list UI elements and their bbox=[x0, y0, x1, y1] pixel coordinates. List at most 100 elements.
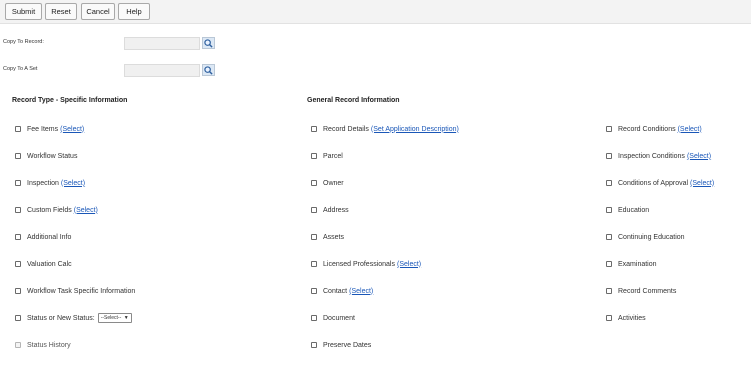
owner-checkbox[interactable] bbox=[311, 180, 317, 186]
custom-fields-select-link[interactable]: (Select) bbox=[74, 207, 98, 214]
option-preserve-dates: Preserve Dates bbox=[311, 340, 371, 350]
action-toolbar: Submit Reset Cancel Help bbox=[0, 0, 751, 24]
option-valuation-calc: Valuation Calc bbox=[15, 259, 72, 269]
option-workflow-status: Workflow Status bbox=[15, 151, 77, 161]
magnifier-icon bbox=[204, 65, 213, 75]
copy-to-set-input[interactable] bbox=[124, 64, 200, 77]
parcel-checkbox[interactable] bbox=[311, 153, 317, 159]
inspection-select-link[interactable]: (Select) bbox=[61, 180, 85, 187]
education-checkbox[interactable] bbox=[606, 207, 612, 213]
reset-button[interactable]: Reset bbox=[45, 3, 77, 20]
workflow-task-specific-label: Workflow Task Specific Information bbox=[27, 287, 136, 295]
status-or-new-status-label: Status or New Status: bbox=[27, 314, 95, 322]
record-conditions-label: Record Conditions bbox=[618, 125, 676, 133]
option-status-or-new-status: Status or New Status: --Select-- ▼ bbox=[15, 313, 132, 323]
inspection-checkbox[interactable] bbox=[15, 180, 21, 186]
contact-checkbox[interactable] bbox=[311, 288, 317, 294]
licensed-professionals-checkbox[interactable] bbox=[311, 261, 317, 267]
examination-checkbox[interactable] bbox=[606, 261, 612, 267]
copy-to-set-label: Copy To A Set bbox=[3, 66, 38, 72]
owner-label: Owner bbox=[323, 179, 344, 187]
conditions-of-approval-label: Conditions of Approval bbox=[618, 179, 689, 187]
custom-fields-label: Custom Fields bbox=[27, 206, 72, 214]
status-history-label: Status History bbox=[27, 341, 71, 349]
fee-items-select-link[interactable]: (Select) bbox=[60, 126, 84, 133]
general-record-info-title: General Record Information bbox=[307, 97, 400, 104]
cancel-button[interactable]: Cancel bbox=[81, 3, 115, 20]
fee-items-label: Fee Items bbox=[27, 125, 59, 133]
inspection-label: Inspection bbox=[27, 179, 59, 187]
record-details-label: Record Details bbox=[323, 125, 369, 133]
record-details-checkbox[interactable] bbox=[311, 126, 317, 132]
preserve-dates-label: Preserve Dates bbox=[323, 341, 372, 349]
option-custom-fields: Custom Fields (Select) bbox=[15, 205, 98, 215]
valuation-calc-checkbox[interactable] bbox=[15, 261, 21, 267]
option-parcel: Parcel bbox=[311, 151, 343, 161]
option-status-history: Status History bbox=[15, 340, 71, 350]
copy-to-record-input[interactable] bbox=[124, 37, 200, 50]
copy-to-record-label: Copy To Record: bbox=[3, 39, 44, 45]
option-record-conditions: Record Conditions (Select) bbox=[606, 124, 702, 134]
custom-fields-checkbox[interactable] bbox=[15, 207, 21, 213]
record-conditions-select-link[interactable]: (Select) bbox=[678, 126, 702, 133]
inspection-conditions-select-link[interactable]: (Select) bbox=[687, 153, 711, 160]
option-examination: Examination bbox=[606, 259, 657, 269]
new-status-select[interactable]: --Select-- ▼ bbox=[97, 313, 132, 323]
education-label: Education bbox=[618, 206, 650, 214]
examination-label: Examination bbox=[618, 260, 657, 268]
option-contact: Contact (Select) bbox=[311, 286, 373, 296]
preserve-dates-checkbox[interactable] bbox=[311, 342, 317, 348]
continuing-education-label: Continuing Education bbox=[618, 233, 685, 241]
option-inspection-conditions: Inspection Conditions (Select) bbox=[606, 151, 711, 161]
workflow-task-specific-checkbox[interactable] bbox=[15, 288, 21, 294]
status-history-checkbox[interactable] bbox=[15, 342, 21, 348]
help-button[interactable]: Help bbox=[118, 3, 150, 20]
option-workflow-task-specific: Workflow Task Specific Information bbox=[15, 286, 135, 296]
option-assets: Assets bbox=[311, 232, 344, 242]
option-conditions-of-approval: Conditions of Approval (Select) bbox=[606, 178, 714, 188]
copy-to-record-search-button[interactable] bbox=[202, 37, 215, 49]
inspection-conditions-checkbox[interactable] bbox=[606, 153, 612, 159]
magnifier-icon bbox=[204, 38, 213, 48]
option-continuing-education: Continuing Education bbox=[606, 232, 685, 242]
contact-label: Contact bbox=[323, 287, 348, 295]
record-conditions-checkbox[interactable] bbox=[606, 126, 612, 132]
record-comments-label: Record Comments bbox=[618, 287, 677, 295]
continuing-education-checkbox[interactable] bbox=[606, 234, 612, 240]
document-checkbox[interactable] bbox=[311, 315, 317, 321]
licensed-professionals-label: Licensed Professionals bbox=[323, 260, 395, 268]
activities-checkbox[interactable] bbox=[606, 315, 612, 321]
licensed-professionals-select-link[interactable]: (Select) bbox=[397, 261, 421, 268]
status-or-new-status-checkbox[interactable] bbox=[15, 315, 21, 321]
option-address: Address bbox=[311, 205, 349, 215]
conditions-of-approval-checkbox[interactable] bbox=[606, 180, 612, 186]
option-inspection: Inspection (Select) bbox=[15, 178, 85, 188]
fee-items-checkbox[interactable] bbox=[15, 126, 21, 132]
workflow-status-checkbox[interactable] bbox=[15, 153, 21, 159]
submit-button[interactable]: Submit bbox=[5, 3, 42, 20]
option-education: Education bbox=[606, 205, 649, 215]
record-type-specific-title: Record Type - Specific Information bbox=[12, 97, 128, 104]
contact-select-link[interactable]: (Select) bbox=[349, 288, 373, 295]
option-licensed-professionals: Licensed Professionals (Select) bbox=[311, 259, 421, 269]
conditions-of-approval-select-link[interactable]: (Select) bbox=[690, 180, 714, 187]
chevron-down-icon: ▼ bbox=[123, 315, 129, 321]
option-additional-info: Additional Info bbox=[15, 232, 71, 242]
assets-label: Assets bbox=[323, 233, 345, 241]
workflow-status-label: Workflow Status bbox=[27, 152, 78, 160]
option-record-details: Record Details (Set Application Descript… bbox=[311, 124, 459, 134]
record-comments-checkbox[interactable] bbox=[606, 288, 612, 294]
inspection-conditions-label: Inspection Conditions bbox=[618, 152, 685, 160]
copy-to-set-search-button[interactable] bbox=[202, 64, 215, 76]
set-application-description-link[interactable]: (Set Application Description) bbox=[371, 126, 459, 133]
document-label: Document bbox=[323, 314, 355, 322]
option-fee-items: Fee Items (Select) bbox=[15, 124, 84, 134]
assets-checkbox[interactable] bbox=[311, 234, 317, 240]
address-label: Address bbox=[323, 206, 349, 214]
address-checkbox[interactable] bbox=[311, 207, 317, 213]
option-owner: Owner bbox=[311, 178, 344, 188]
additional-info-checkbox[interactable] bbox=[15, 234, 21, 240]
valuation-calc-label: Valuation Calc bbox=[27, 260, 72, 268]
option-record-comments: Record Comments bbox=[606, 286, 676, 296]
parcel-label: Parcel bbox=[323, 152, 343, 160]
